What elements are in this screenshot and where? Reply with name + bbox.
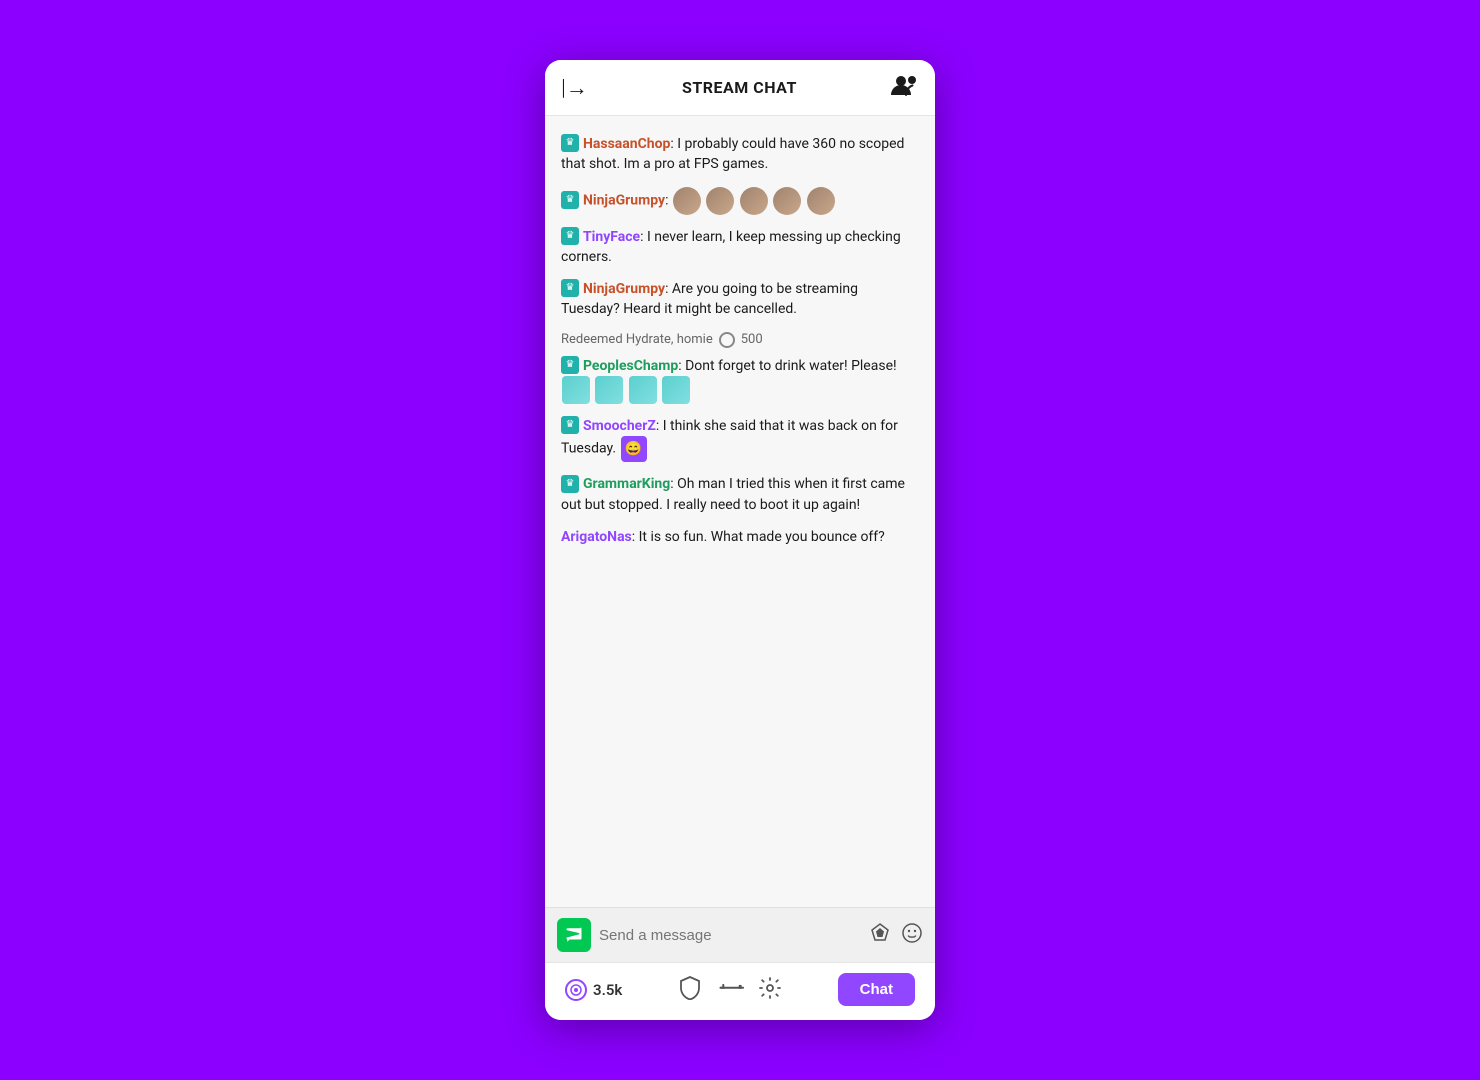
redemption-text: Redeemed Hydrate, homie — [561, 332, 713, 347]
viewer-count-text: 3.5k — [593, 981, 622, 999]
subscriber-badge — [561, 356, 579, 374]
message-input[interactable] — [599, 927, 861, 944]
emote — [807, 187, 835, 215]
emote — [773, 187, 801, 215]
shield-icon[interactable] — [679, 976, 701, 1004]
redemption-points: 500 — [741, 332, 763, 347]
username-smoocherz[interactable]: SmoocherZ — [583, 418, 656, 434]
settings-icon[interactable] — [759, 977, 781, 1003]
viewer-count: 3.5k — [565, 979, 622, 1001]
username-arigatonas[interactable]: ArigatoNas — [561, 529, 632, 545]
emote — [629, 376, 657, 404]
emote — [673, 187, 701, 215]
sword-icon[interactable] — [713, 972, 748, 1007]
emote — [562, 376, 590, 404]
chat-button[interactable]: Chat — [838, 973, 915, 1006]
chat-message: HassaanChop: I probably could have 360 n… — [545, 128, 935, 181]
chat-message: PeoplesChamp: Dont forget to drink water… — [545, 350, 935, 410]
subscriber-badge — [561, 475, 579, 493]
phone-container: |→ STREAM CHAT HassaanChop: I probably c… — [545, 60, 935, 1020]
username-ninjagrumpy[interactable]: NinjaGrumpy — [583, 192, 665, 208]
chat-message: GrammarKing: Oh man I tried this when it… — [545, 468, 935, 521]
chat-message: TinyFace: I never learn, I keep messing … — [545, 221, 935, 274]
subscriber-badge — [561, 279, 579, 297]
bottom-icons — [679, 976, 781, 1004]
viewer-count-circle — [565, 979, 587, 1001]
coin-icon — [719, 332, 735, 348]
subscriber-badge — [561, 227, 579, 245]
input-right-icons — [869, 922, 923, 949]
username-ninjagrumpy2[interactable]: NinjaGrumpy — [583, 281, 665, 297]
stream-chat-header: |→ STREAM CHAT — [545, 60, 935, 116]
emote — [595, 376, 623, 404]
emote — [706, 187, 734, 215]
username-hassaanchop[interactable]: HassaanChop — [583, 136, 670, 152]
header-title: STREAM CHAT — [682, 78, 797, 97]
bottom-bar: 3.5k Cha — [545, 962, 935, 1020]
message-text: : Dont forget to drink water! Please! — [678, 358, 896, 374]
message-input-area — [545, 907, 935, 962]
chat-area: HassaanChop: I probably could have 360 n… — [545, 116, 935, 907]
redemption-row: Redeemed Hydrate, homie 500 — [545, 326, 935, 350]
chat-message: ArigatoNas: It is so fun. What made you … — [545, 521, 935, 553]
username-grammarking[interactable]: GrammarKing — [583, 476, 670, 492]
chat-message: SmoocherZ: I think she said that it was … — [545, 410, 935, 468]
bits-icon[interactable] — [869, 922, 891, 949]
subscriber-badge — [561, 191, 579, 209]
emote — [740, 187, 768, 215]
back-icon[interactable]: |→ — [561, 75, 588, 101]
emote — [662, 376, 690, 404]
message-text: : — [665, 192, 672, 208]
username-tinyface[interactable]: TinyFace — [583, 229, 640, 245]
username-peopleschamp[interactable]: PeoplesChamp — [583, 358, 678, 374]
emote-picker-icon[interactable] — [901, 922, 923, 949]
chat-message: NinjaGrumpy: — [545, 181, 935, 221]
chat-message: NinjaGrumpy: Are you going to be streami… — [545, 273, 935, 326]
subscriber-badge — [561, 134, 579, 152]
message-text: : It is so fun. What made you bounce off… — [632, 529, 885, 545]
subscriber-badge — [561, 416, 579, 434]
emote: 😄 — [621, 436, 647, 462]
send-icon-button[interactable] — [557, 918, 591, 952]
users-icon[interactable] — [891, 73, 919, 102]
